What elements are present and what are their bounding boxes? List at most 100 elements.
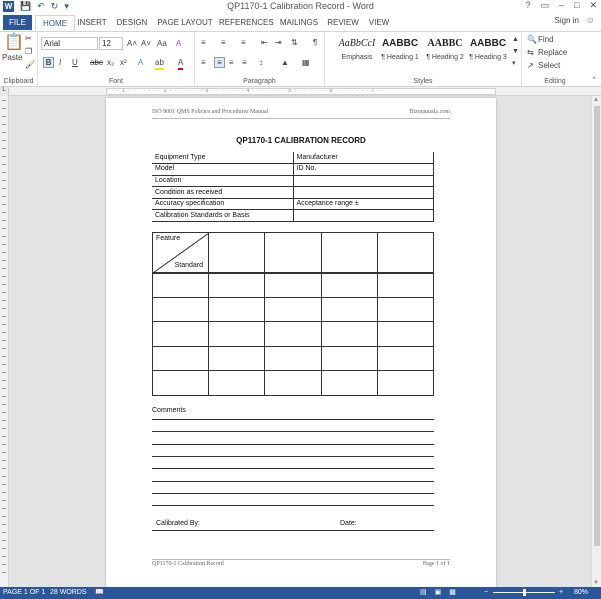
select-button[interactable]: Select	[538, 61, 560, 71]
paste-button[interactable]: Paste	[2, 53, 22, 63]
read-mode-icon[interactable]: ▤	[420, 587, 427, 599]
zoom-slider-thumb[interactable]	[523, 589, 526, 596]
show-formatting-button[interactable]: ¶	[313, 38, 317, 48]
grid-cell[interactable]	[376, 272, 435, 298]
align-left-icon[interactable]: ≡	[201, 58, 206, 68]
grow-font-button[interactable]: A˄	[127, 39, 137, 49]
horizontal-ruler[interactable]: L · · · 1 · · · · · · · 2 · · · · · · · …	[0, 87, 601, 96]
minimize-button[interactable]: –	[559, 0, 564, 11]
styles-scroll-down-icon[interactable]: ▼	[512, 47, 519, 57]
grid-cell[interactable]	[376, 370, 435, 396]
tab-file[interactable]: FILE	[3, 15, 32, 30]
grid-cell[interactable]	[152, 296, 209, 322]
tab-selector-icon[interactable]: L	[0, 87, 9, 96]
web-layout-icon[interactable]: ▦	[449, 587, 456, 599]
strikethrough-button[interactable]: abc	[90, 58, 103, 68]
grid-cell[interactable]	[207, 370, 266, 396]
replace-icon[interactable]: ⇆	[527, 48, 534, 58]
info-value-cell[interactable]: Acceptance range ±	[292, 197, 434, 211]
print-layout-icon[interactable]: ▣	[435, 587, 442, 599]
change-case-button[interactable]: Aa	[157, 39, 167, 49]
styles-scroll-up-icon[interactable]: ▲	[512, 35, 519, 45]
align-right-icon[interactable]: ≡	[229, 58, 234, 68]
info-label-cell[interactable]: Calibration Standards or Basis	[152, 209, 294, 223]
close-button[interactable]: ✕	[589, 0, 597, 11]
decrease-indent-icon[interactable]: ⇤	[261, 38, 268, 48]
grid-cell[interactable]	[152, 345, 209, 371]
increase-indent-icon[interactable]: ⇥	[275, 38, 282, 48]
info-value-cell[interactable]: Manufacturer	[292, 152, 434, 165]
grid-cell[interactable]	[376, 321, 435, 347]
grid-cell[interactable]	[264, 370, 322, 396]
tab-insert[interactable]: INSERT	[76, 15, 108, 31]
replace-button[interactable]: Replace	[538, 48, 567, 58]
sign-in-link[interactable]: Sign in	[555, 16, 579, 25]
grid-cell[interactable]	[264, 321, 322, 347]
format-painter-icon[interactable]: 🖌	[25, 60, 35, 70]
multilevel-list-icon[interactable]: ≡	[241, 38, 246, 48]
grid-cell[interactable]	[207, 272, 266, 298]
zoom-out-button[interactable]: −	[484, 587, 488, 599]
justify-icon[interactable]: ≡	[242, 58, 247, 68]
help-icon[interactable]: ?	[525, 0, 530, 11]
superscript-button[interactable]: x²	[120, 58, 127, 68]
bullets-icon[interactable]: ≡	[201, 38, 206, 48]
shrink-font-button[interactable]: A˅	[141, 39, 151, 49]
feedback-smiley-icon[interactable]: ☺	[586, 15, 595, 25]
grid-cell[interactable]	[207, 296, 266, 322]
info-label-cell[interactable]: Equipment Type	[152, 152, 294, 165]
find-button[interactable]: Find	[538, 35, 554, 45]
info-label-cell[interactable]: Model	[152, 163, 294, 176]
grid-cell[interactable]	[320, 321, 378, 347]
line-spacing-icon[interactable]: ↕	[259, 58, 263, 68]
style-emphasis[interactable]: AaBbCcI Emphasis	[335, 35, 379, 69]
tab-review[interactable]: REVIEW	[327, 15, 359, 31]
grid-cell[interactable]	[320, 370, 378, 396]
scrollbar-thumb[interactable]	[594, 106, 600, 546]
align-center-icon[interactable]: ≡	[214, 57, 225, 68]
info-label-cell[interactable]: Location	[152, 174, 294, 188]
subscript-button[interactable]: x₂	[107, 58, 114, 68]
paste-icon[interactable]: 📋	[4, 35, 24, 51]
style-heading-1[interactable]: AABBC ¶ Heading 1	[378, 35, 422, 69]
ribbon-display-options-icon[interactable]: ▭	[540, 0, 549, 11]
select-icon[interactable]: ↗	[527, 61, 534, 71]
find-icon[interactable]: 🔍	[527, 35, 537, 45]
grid-cell[interactable]	[152, 370, 209, 396]
font-size-select[interactable]: 12	[99, 37, 123, 50]
font-name-select[interactable]: Arial	[41, 37, 98, 50]
grid-cell[interactable]	[376, 296, 435, 322]
tab-view[interactable]: VIEW	[366, 15, 392, 31]
grid-cell[interactable]	[152, 321, 209, 347]
scroll-down-icon[interactable]: ▼	[593, 580, 599, 586]
copy-icon[interactable]: ❐	[25, 47, 32, 57]
info-value-cell[interactable]: ID No.	[292, 163, 434, 176]
feature-standard-cell[interactable]: Feature Standard	[152, 232, 209, 274]
borders-icon[interactable]: ▦	[302, 58, 310, 68]
highlight-button[interactable]: ab	[155, 58, 164, 70]
tab-mailings[interactable]: MAILINGS	[277, 15, 321, 31]
grid-cell[interactable]	[320, 272, 378, 298]
grid-cell[interactable]	[376, 232, 435, 274]
proofing-icon[interactable]: 📖	[95, 587, 104, 599]
tab-design[interactable]: DESIGN	[114, 15, 150, 31]
numbering-icon[interactable]: ≡	[221, 38, 226, 48]
font-color-button[interactable]: A	[178, 58, 184, 70]
scroll-up-icon[interactable]: ▲	[593, 97, 599, 103]
cut-icon[interactable]: ✂	[25, 34, 32, 44]
zoom-level[interactable]: 80%	[574, 587, 588, 599]
tab-home[interactable]: HOME	[35, 15, 75, 31]
grid-cell[interactable]	[207, 345, 266, 371]
collapse-ribbon-icon[interactable]: ⌃	[591, 76, 597, 86]
info-value-cell[interactable]	[292, 186, 434, 199]
styles-more-icon[interactable]: ▾	[512, 59, 516, 69]
grid-cell[interactable]	[320, 296, 378, 322]
vertical-ruler[interactable]	[0, 96, 9, 587]
info-label-cell[interactable]: Condition as received	[152, 186, 294, 199]
maximize-button[interactable]: □	[574, 0, 579, 11]
grid-cell[interactable]	[264, 296, 322, 322]
grid-cell[interactable]	[207, 232, 266, 274]
sort-icon[interactable]: ⇅	[291, 38, 298, 48]
grid-cell[interactable]	[152, 272, 209, 298]
tab-page-layout[interactable]: PAGE LAYOUT	[157, 15, 213, 31]
